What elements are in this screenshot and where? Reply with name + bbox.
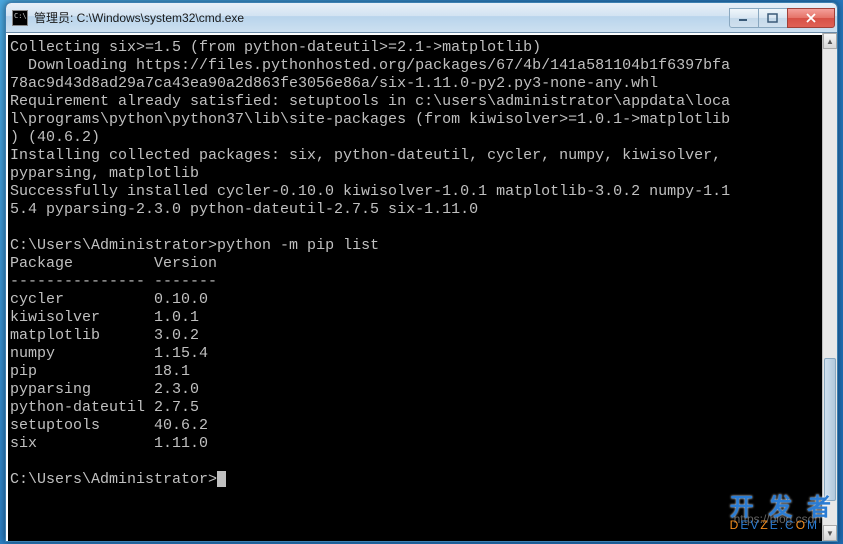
close-icon (805, 13, 817, 23)
close-button[interactable] (787, 8, 835, 28)
vertical-scrollbar[interactable]: ▲ ▼ (822, 33, 837, 541)
maximize-button[interactable] (758, 8, 788, 28)
prompt-line: C:\Users\Administrator> (10, 471, 226, 488)
chevron-up-icon: ▲ (826, 37, 834, 46)
package-row: python-dateutil 2.7.5 (10, 399, 199, 416)
package-row: six 1.11.0 (10, 435, 208, 452)
scroll-up-button[interactable]: ▲ (823, 33, 837, 49)
output-line: pyparsing, matplotlib (10, 165, 199, 182)
terminal-output[interactable]: Collecting six>=1.5 (from python-dateuti… (6, 33, 822, 541)
output-line: 5.4 pyparsing-2.3.0 python-dateutil-2.7.… (10, 201, 478, 218)
output-line: Installing collected packages: six, pyth… (10, 147, 721, 164)
package-row: kiwisolver 1.0.1 (10, 309, 199, 326)
package-row: pyparsing 2.3.0 (10, 381, 199, 398)
package-row: pip 18.1 (10, 363, 190, 380)
output-line: Successfully installed cycler-0.10.0 kiw… (10, 183, 730, 200)
table-header: Package Version (10, 255, 217, 272)
output-line: ) (40.6.2) (10, 129, 100, 146)
minimize-button[interactable] (729, 8, 759, 28)
prompt-command: python -m pip list (217, 237, 379, 254)
scroll-down-button[interactable]: ▼ (823, 525, 837, 541)
cmd-icon (12, 10, 28, 26)
window-controls (730, 8, 835, 28)
table-divider: --------------- ------- (10, 273, 217, 290)
output-line: Collecting six>=1.5 (from python-dateuti… (10, 39, 541, 56)
prompt-path: C:\Users\Administrator> (10, 471, 217, 488)
maximize-icon (767, 13, 779, 23)
scroll-track[interactable] (823, 49, 837, 525)
scroll-thumb[interactable] (824, 358, 836, 501)
package-row: cycler 0.10.0 (10, 291, 208, 308)
cmd-window: 管理员: C:\Windows\system32\cmd.exe Collect… (5, 2, 838, 542)
package-row: numpy 1.15.4 (10, 345, 208, 362)
cursor (217, 471, 226, 487)
package-row: matplotlib 3.0.2 (10, 327, 199, 344)
minimize-icon (738, 13, 750, 23)
output-line: Downloading https://files.pythonhosted.o… (10, 57, 730, 74)
window-title: 管理员: C:\Windows\system32\cmd.exe (34, 9, 730, 26)
titlebar[interactable]: 管理员: C:\Windows\system32\cmd.exe (6, 3, 837, 33)
output-line: l\programs\python\python37\lib\site-pack… (10, 111, 730, 128)
output-line: Requirement already satisfied: setuptool… (10, 93, 730, 110)
chevron-down-icon: ▼ (826, 529, 834, 538)
package-row: setuptools 40.6.2 (10, 417, 208, 434)
prompt-line: C:\Users\Administrator>python -m pip lis… (10, 237, 379, 254)
output-line: 78ac9d43d8ad29a7ca43ea90a2d863fe3056e86a… (10, 75, 658, 92)
prompt-path: C:\Users\Administrator> (10, 237, 217, 254)
